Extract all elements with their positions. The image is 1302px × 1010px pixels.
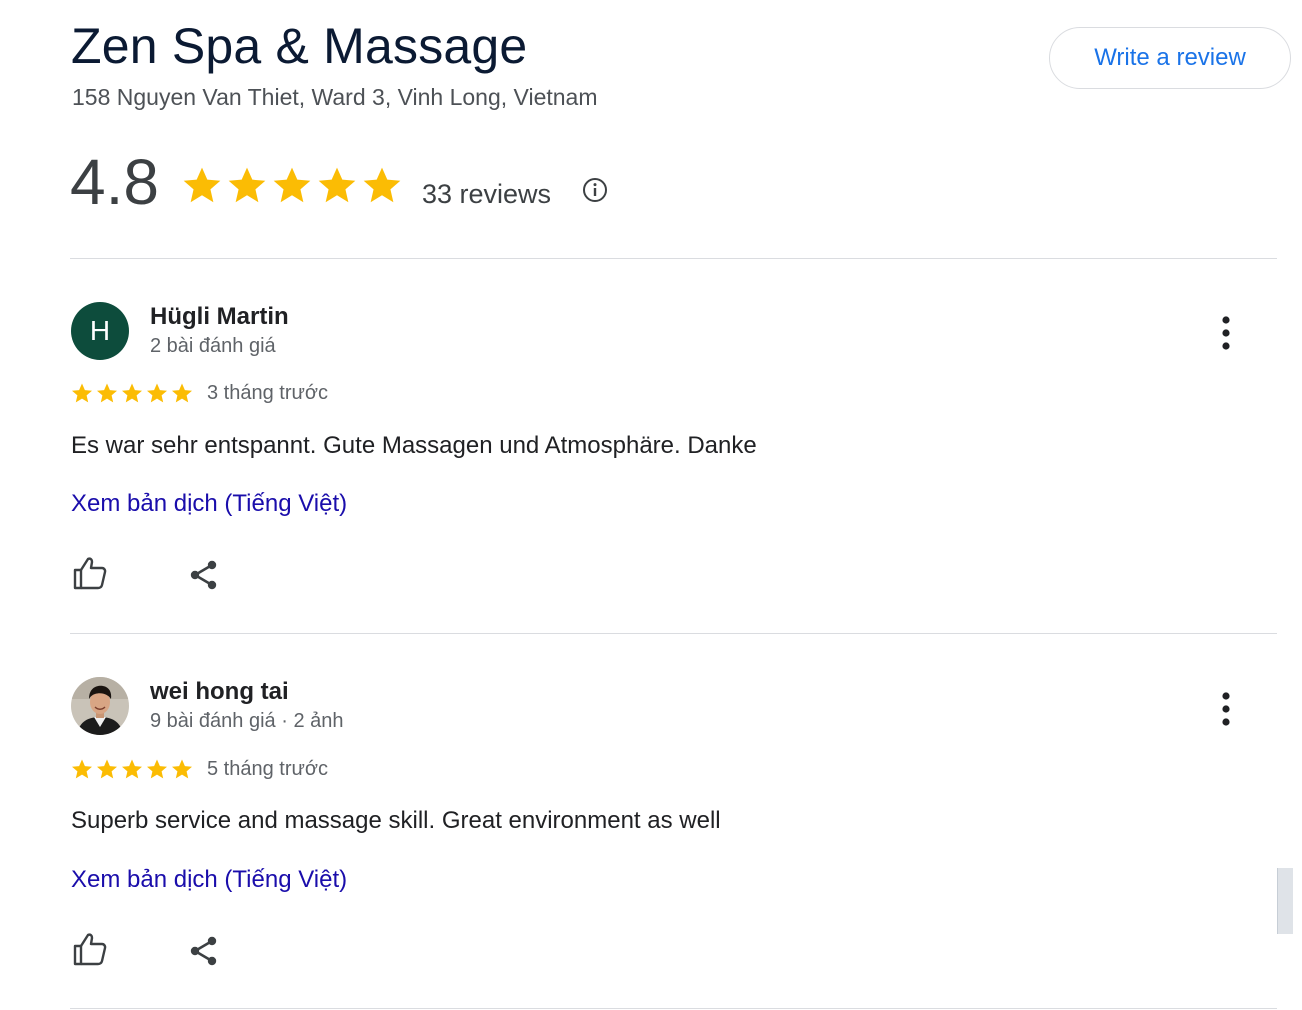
avatar[interactable]: H — [71, 302, 129, 360]
star-icon — [172, 383, 192, 403]
star-icon — [122, 759, 142, 779]
more-vertical-icon[interactable] — [1212, 689, 1240, 729]
review-card: H Hügli Martin 2 bài đánh giá 3 tháng tr… — [0, 287, 1302, 647]
translate-link[interactable]: Xem bản dịch (Tiếng Việt) — [71, 864, 347, 896]
share-icon[interactable] — [188, 559, 220, 591]
review-card: wei hong tai 9 bài đánh giá · 2 ảnh 5 th… — [0, 662, 1302, 1010]
review-text: Superb service and massage skill. Great … — [71, 807, 721, 834]
average-rating: 4.8 — [70, 146, 159, 218]
star-icon — [183, 167, 221, 203]
review-stars — [70, 381, 194, 405]
star-icon — [228, 167, 266, 203]
thumbs-up-icon[interactable] — [72, 931, 108, 967]
star-icon — [273, 167, 311, 203]
write-review-button[interactable]: Write a review — [1049, 27, 1291, 89]
star-icon — [363, 167, 401, 203]
review-stars — [70, 757, 194, 781]
profile-photo — [71, 677, 129, 735]
star-icon — [72, 383, 92, 403]
info-icon[interactable] — [582, 177, 608, 203]
business-address: 158 Nguyen Van Thiet, Ward 3, Vinh Long,… — [72, 84, 598, 110]
star-icon — [97, 759, 117, 779]
reviewer-meta: 2 bài đánh giá — [150, 335, 276, 357]
translate-link[interactable]: Xem bản dịch (Tiếng Việt) — [71, 488, 347, 520]
review-time: 3 tháng trước — [207, 382, 329, 404]
reviewer-name[interactable]: wei hong tai — [150, 677, 289, 707]
star-icon — [172, 759, 192, 779]
review-text: Es war sehr entspannt. Gute Massagen und… — [71, 432, 757, 459]
thumbs-up-icon[interactable] — [72, 555, 108, 591]
star-icon — [72, 759, 92, 779]
average-rating-stars — [180, 163, 404, 207]
star-icon — [318, 167, 356, 203]
reviews-panel: Zen Spa & Massage 158 Nguyen Van Thiet, … — [0, 0, 1302, 1010]
divider — [70, 1008, 1277, 1009]
more-vertical-icon[interactable] — [1212, 313, 1240, 353]
avatar[interactable] — [71, 677, 129, 735]
star-icon — [97, 383, 117, 403]
review-time: 5 tháng trước — [207, 758, 329, 780]
reviewer-name[interactable]: Hügli Martin — [150, 302, 289, 332]
star-icon — [122, 383, 142, 403]
review-count: 33 reviews — [422, 179, 552, 209]
reviewer-meta: 9 bài đánh giá · 2 ảnh — [150, 710, 344, 732]
share-icon[interactable] — [188, 935, 220, 967]
star-icon — [147, 759, 167, 779]
divider — [70, 258, 1277, 259]
star-icon — [147, 383, 167, 403]
business-name: Zen Spa & Massage — [71, 18, 528, 74]
scrollbar-thumb[interactable] — [1277, 868, 1293, 934]
divider — [70, 633, 1277, 634]
